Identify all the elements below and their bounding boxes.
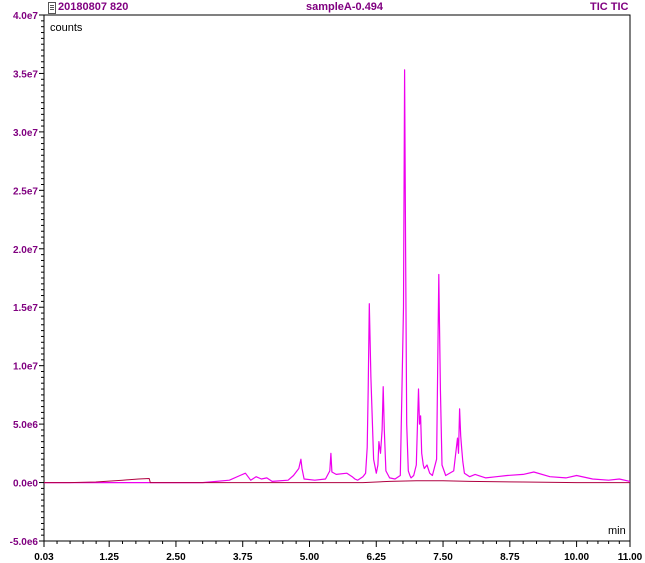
y-tick-label: 3.0e7	[13, 128, 38, 139]
y-tick-label: 1.5e7	[13, 303, 38, 314]
x-tick-label: 2.50	[166, 552, 186, 563]
y-tick-label: 2.5e7	[13, 186, 38, 197]
x-tick-label: 0.03	[34, 552, 54, 563]
y-tick-label: 1.0e7	[13, 362, 38, 373]
y-tick-label: -5.0e6	[10, 537, 39, 548]
y-axis-label: counts	[50, 22, 83, 34]
x-tick-label: 1.25	[99, 552, 119, 563]
y-tick-label: 4.0e7	[13, 11, 38, 22]
chromatogram-chart[interactable]: 4.0e7 3.5e7 3.0e7 2.5e7 2.0e7 1.5e7 1.0e7 5.0e6…	[0, 0, 645, 563]
y-tick-label: 3.5e7	[13, 69, 38, 80]
x-axis: 0.03 1.25 2.50 3.75 5.00 6.25 7.50 8.75 10.00 11.…	[34, 541, 643, 563]
plot-frame	[43, 14, 631, 542]
x-tick-label: 5.00	[300, 552, 320, 563]
y-tick-label: 0.0e0	[13, 479, 38, 490]
y-axis: 4.0e7 3.5e7 3.0e7 2.5e7 2.0e7 1.5e7 1.0e7 5.0e6…	[10, 11, 44, 548]
x-tick-label: 7.50	[433, 552, 453, 563]
x-tick-label: 3.75	[233, 552, 253, 563]
y-tick-label: 2.0e7	[13, 245, 38, 256]
x-tick-label: 10.00	[564, 552, 589, 563]
x-tick-label: 6.25	[367, 552, 387, 563]
x-tick-label: 11.00	[618, 552, 643, 563]
x-tick-label: 8.75	[500, 552, 520, 563]
y-tick-label: 5.0e6	[13, 420, 38, 431]
x-axis-label: min	[608, 525, 626, 537]
